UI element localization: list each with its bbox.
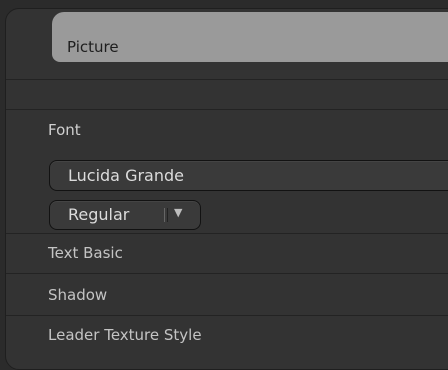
font-style-select[interactable]: Regular ▼ <box>49 200 201 230</box>
font-section-label: Font <box>48 121 81 139</box>
select-divider <box>164 208 165 222</box>
picture-label: Picture <box>67 38 119 56</box>
section-leader-texture-style[interactable]: Leader Texture Style <box>48 326 202 344</box>
font-family-value: Lucida Grande <box>68 166 184 185</box>
font-family-select[interactable]: Lucida Grande <box>49 160 448 191</box>
picture-field[interactable]: Picture <box>52 12 448 62</box>
divider <box>6 233 448 234</box>
section-text-basic[interactable]: Text Basic <box>48 244 123 262</box>
chevron-down-icon[interactable]: ▼ <box>174 206 182 219</box>
section-shadow[interactable]: Shadow <box>48 286 107 304</box>
font-style-value: Regular <box>68 205 130 224</box>
divider <box>6 273 448 274</box>
inspector-panel: Picture Font Lucida Grande Regular ▼ Tex… <box>5 8 448 370</box>
divider <box>6 79 448 80</box>
select-divider <box>167 208 168 222</box>
divider <box>6 109 448 110</box>
divider <box>6 315 448 316</box>
